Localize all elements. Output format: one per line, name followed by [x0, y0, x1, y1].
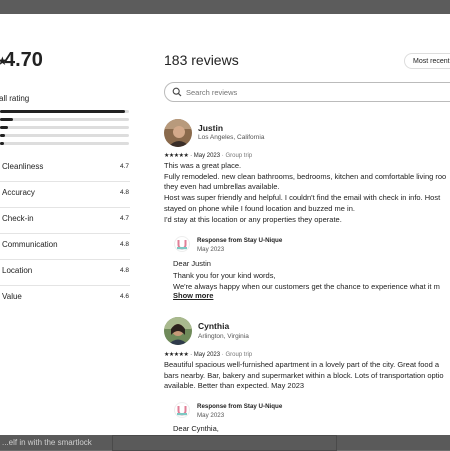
reviewer-avatar — [164, 119, 192, 147]
review-line: available. Better than expected. May 202… — [164, 381, 305, 391]
reviewer-name: Cynthia — [198, 321, 230, 331]
category-value: 4.6 — [119, 293, 129, 300]
background-snippet: ...elf in with the smartlock — [2, 438, 92, 447]
rating-bar-4 — [0, 118, 129, 121]
host-response-text: Dear Cynthia, — [173, 423, 219, 435]
category-label: Accuracy — [2, 188, 35, 197]
response-line: Thank you for your kind words, — [173, 270, 276, 280]
category-label: Location — [2, 266, 33, 275]
review-line: they even had umbrellas available. — [164, 182, 280, 192]
sort-dropdown[interactable]: Most recent — [404, 53, 450, 69]
category-communication: Communication 4.8 — [0, 233, 130, 260]
rating-bar-3 — [0, 126, 129, 129]
review-line: Host was super friendly and helpful. I c… — [164, 193, 441, 203]
rating-bar-4-fill — [0, 118, 13, 121]
review-trip-type: Group trip — [225, 153, 253, 159]
review-line: Beautiful spacious well-furnished apartm… — [164, 360, 440, 369]
reviewer-avatar — [164, 317, 192, 345]
review-meta: ★★★★★ · May 2023 · Group trip — [164, 152, 252, 159]
reviews-count: 183 reviews — [164, 52, 239, 68]
host-response-text: Dear Justin Thank you for your kind word… — [173, 258, 440, 293]
review-meta: ★★★★★ · May 2023 · Group trip — [164, 351, 252, 358]
category-value: 4.8 — [119, 189, 129, 196]
category-location: Location 4.8 — [0, 259, 130, 286]
reviewer-location: Los Angeles, California — [198, 134, 265, 141]
rating-bar-5 — [0, 110, 129, 113]
overall-rating-label: all rating — [0, 94, 30, 103]
host-response-title: Response from Stay U-Nique — [197, 237, 283, 244]
review-line: bars nearby. Bar, bakery and supermarket… — [164, 370, 444, 380]
rating-bar-5-fill — [0, 110, 126, 113]
review-stars: ★★★★★ — [164, 352, 189, 358]
category-label: Cleanliness — [2, 162, 44, 171]
host-logo — [174, 236, 190, 252]
review-stars: ★★★★★ — [164, 153, 189, 159]
background-page-header — [0, 0, 450, 14]
category-accuracy: Accuracy 4.8 — [0, 181, 130, 208]
review-date: May 2023 — [193, 352, 221, 358]
category-value: 4.7 — [119, 163, 129, 170]
show-more-link[interactable]: Show more — [173, 291, 213, 300]
host-response-date: May 2023 — [197, 246, 225, 253]
review-line: Fully remodeled. new clean bathrooms, be… — [164, 171, 447, 181]
review-trip-type: Group trip — [225, 352, 253, 358]
search-reviews-box[interactable] — [164, 82, 450, 102]
response-line: Dear Cynthia, — [173, 424, 219, 433]
review-line: I'd stay at this location or any propert… — [164, 214, 342, 224]
rating-summary: ★ 4.70 all rating Cleanliness 4.7 Accura… — [0, 14, 140, 435]
category-check-in: Check-in 4.7 — [0, 207, 130, 234]
rating-bar-2 — [0, 134, 129, 137]
category-value: 4.8 — [119, 267, 129, 274]
category-label: Communication — [2, 240, 58, 249]
host-logo — [174, 402, 190, 418]
category-label: Check-in — [2, 214, 34, 223]
host-response-date: May 2023 — [197, 412, 225, 419]
review-date: May 2023 — [193, 153, 221, 159]
search-icon — [172, 87, 182, 97]
category-cleanliness: Cleanliness 4.7 — [0, 155, 130, 182]
review-text: This was a great place. Fully remodeled.… — [164, 161, 446, 225]
category-value: 4.8 — [119, 241, 129, 248]
reviewer-location: Arlington, Virginia — [198, 333, 249, 340]
reviews-modal: ★ 4.70 all rating Cleanliness 4.7 Accura… — [0, 14, 450, 435]
host-response-title: Response from Stay U-Nique — [197, 403, 283, 410]
review-line: This was a great place. — [164, 161, 242, 170]
overall-rating-value: 4.70 — [4, 49, 43, 71]
category-value-rating: Value 4.6 — [0, 285, 130, 311]
rating-bar-2-fill — [0, 134, 6, 137]
category-label: Value — [2, 292, 22, 301]
response-line: Dear Justin — [173, 259, 211, 268]
category-value: 4.7 — [119, 215, 129, 222]
rating-bar-3-fill — [0, 126, 8, 129]
review-text: Beautiful spacious well-furnished apartm… — [164, 360, 444, 392]
rating-bar-1 — [0, 142, 129, 145]
review-line: stayed on phone while I found location a… — [164, 203, 355, 213]
rating-bar-1-fill — [0, 142, 4, 145]
reviews-panel: 183 reviews Most recent Justin Los Angel… — [164, 14, 450, 435]
search-reviews-input[interactable] — [186, 86, 446, 98]
background-panel-outline — [112, 435, 337, 451]
reviewer-name: Justin — [198, 123, 224, 133]
